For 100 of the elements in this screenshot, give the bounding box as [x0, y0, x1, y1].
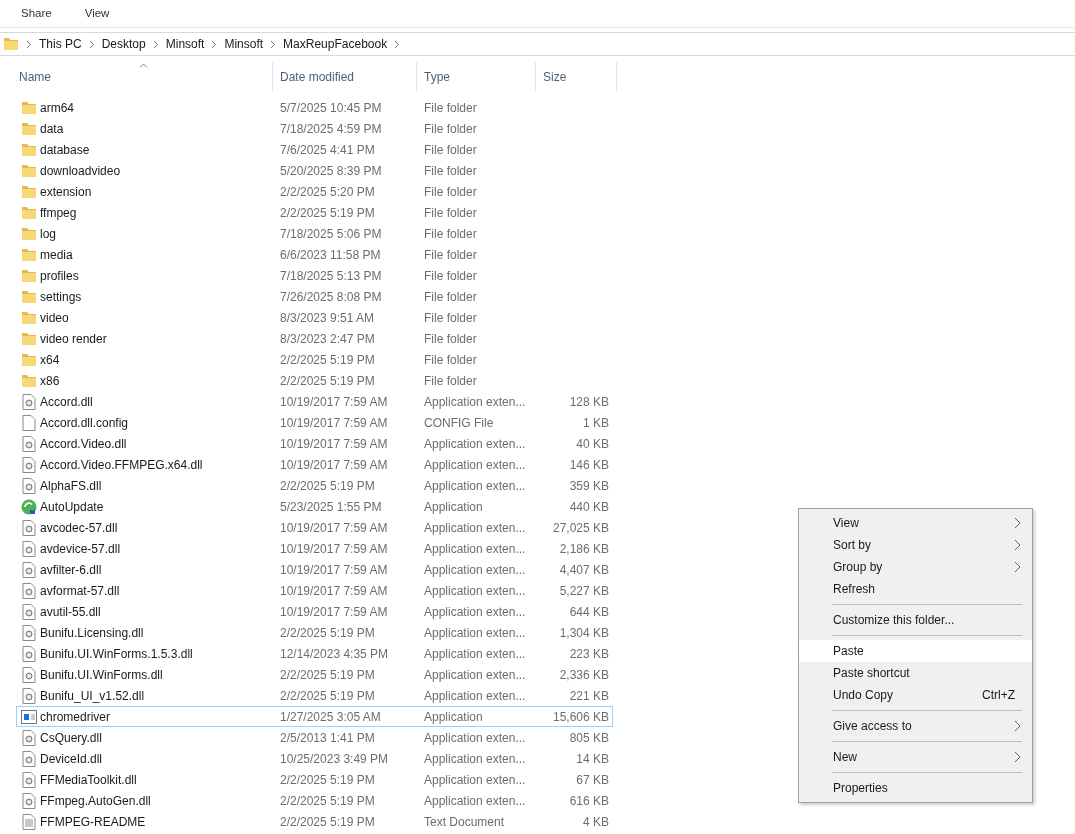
- date-modified: 10/19/2017 7:59 AM: [280, 414, 389, 432]
- folder-icon: [21, 226, 37, 241]
- breadcrumb[interactable]: Desktop: [101, 35, 146, 53]
- menu-item[interactable]: View: [799, 512, 1032, 534]
- file-row[interactable]: x64 2/2/2025 5:19 PM File folder: [16, 349, 613, 370]
- file-row[interactable]: profiles 7/18/2025 5:13 PM File folder: [16, 265, 613, 286]
- file-name: video render: [40, 330, 108, 348]
- file-row[interactable]: Bunifu.Licensing.dll 2/2/2025 5:19 PM Application exten... 1,304 KB: [16, 622, 613, 643]
- file-row[interactable]: Bunifu_UI_v1.52.dll 2/2/2025 5:19 PM Application exten... 221 KB: [16, 685, 613, 706]
- file-row[interactable]: log 7/18/2025 5:06 PM File folder: [16, 223, 613, 244]
- breadcrumb[interactable]: Minsoft: [224, 35, 264, 53]
- file-name: database: [40, 141, 91, 159]
- file-type: File folder: [424, 120, 478, 138]
- file-row[interactable]: extension 2/2/2025 5:20 PM File folder: [16, 181, 613, 202]
- breadcrumb[interactable]: Minsoft: [165, 35, 205, 53]
- column-header[interactable]: Date modified: [273, 62, 417, 92]
- gear-file-icon: [22, 687, 36, 704]
- menu-item[interactable]: Undo Copy Ctrl+Z: [799, 684, 1032, 706]
- file-row[interactable]: DeviceId.dll 10/25/2023 3:49 PM Application exten... 14 KB: [16, 748, 613, 769]
- file-row[interactable]: settings 7/26/2025 8:08 PM File folder: [16, 286, 613, 307]
- folder-icon: [21, 331, 37, 346]
- file-row[interactable]: media 6/6/2023 11:58 PM File folder: [16, 244, 613, 265]
- menu-item[interactable]: Group by: [799, 556, 1032, 578]
- address-bar[interactable]: This PC Desktop Minsoft Minsoft MaxReupFacebook: [0, 32, 1075, 56]
- menu-item[interactable]: Paste shortcut: [799, 662, 1032, 684]
- file-row[interactable]: avcodec-57.dll 10/19/2017 7:59 AM Application exten... 27,025 KB: [16, 517, 613, 538]
- date-modified: 8/3/2023 9:51 AM: [280, 309, 376, 327]
- file-name: FFMPEG-README: [40, 813, 147, 831]
- file-row[interactable]: Accord.Video.FFMPEG.x64.dll 10/19/2017 7:59 AM Application exten... 146 KB: [16, 454, 613, 475]
- date-modified: 6/6/2023 11:58 PM: [280, 246, 382, 264]
- file-name: x64: [40, 351, 61, 369]
- file-row[interactable]: video render 8/3/2023 2:47 PM File folder: [16, 328, 613, 349]
- menu-item[interactable]: Refresh: [799, 578, 1032, 600]
- file-name: downloadvideo: [40, 162, 122, 180]
- column-header[interactable]: Name: [0, 62, 273, 92]
- file-row[interactable]: arm64 5/7/2025 10:45 PM File folder: [16, 97, 613, 118]
- date-modified: 5/7/2025 10:45 PM: [280, 99, 383, 117]
- menu-item[interactable]: Customize this folder...: [799, 609, 1032, 631]
- file-name: Accord.dll.config: [40, 414, 130, 432]
- file-row[interactable]: chromedriver 1/27/2025 3:05 AM Application 15,606 KB: [16, 706, 613, 727]
- date-modified: 2/2/2025 5:19 PM: [280, 351, 376, 369]
- gear-file-icon: [22, 771, 36, 788]
- file-type: File folder: [424, 330, 478, 348]
- column-header[interactable]: Type: [417, 62, 536, 92]
- file-size: 14 KB: [575, 750, 609, 768]
- file-type: Application exten...: [424, 750, 527, 768]
- folder-icon: [21, 373, 37, 388]
- file-row[interactable]: data 7/18/2025 4:59 PM File folder: [16, 118, 613, 139]
- file-name: FFmpeg.AutoGen.dll: [40, 792, 152, 810]
- breadcrumb[interactable]: MaxReupFacebook: [283, 35, 388, 53]
- file-row[interactable]: avdevice-57.dll 10/19/2017 7:59 AM Application exten... 2,186 KB: [16, 538, 613, 559]
- file-row[interactable]: Bunifu.UI.WinForms.1.5.3.dll 12/14/2023 4:35 PM Application exten... 223 KB: [16, 643, 613, 664]
- file-type: Application: [424, 498, 484, 516]
- chevron-right-icon: [1014, 720, 1021, 732]
- file-name: x86: [40, 372, 61, 390]
- file-name: profiles: [40, 267, 80, 285]
- file-size: 5,227 KB: [558, 582, 609, 600]
- ribbon-tab[interactable]: View: [84, 4, 110, 23]
- file-row[interactable]: avfilter-6.dll 10/19/2017 7:59 AM Application exten... 4,407 KB: [16, 559, 613, 580]
- file-row[interactable]: Accord.Video.dll 10/19/2017 7:59 AM Application exten... 40 KB: [16, 433, 613, 454]
- menu-item[interactable]: New: [799, 746, 1032, 768]
- chevron-right-icon: [1014, 517, 1021, 529]
- file-row[interactable]: x86 2/2/2025 5:19 PM File folder: [16, 370, 613, 391]
- file-type: Application exten...: [424, 561, 527, 579]
- breadcrumb[interactable]: This PC: [39, 35, 82, 53]
- date-modified: 12/14/2023 4:35 PM: [280, 645, 390, 663]
- column-header[interactable]: Size: [536, 62, 617, 92]
- date-modified: 2/2/2025 5:19 PM: [280, 477, 376, 495]
- file-row[interactable]: ffmpeg 2/2/2025 5:19 PM File folder: [16, 202, 613, 223]
- menu-item[interactable]: Paste: [799, 640, 1032, 662]
- menu-item[interactable]: Properties: [799, 777, 1032, 799]
- file-row[interactable]: FFMediaToolkit.dll 2/2/2025 5:19 PM Application exten... 67 KB: [16, 769, 613, 790]
- file-row[interactable]: downloadvideo 5/20/2025 8:39 PM File folder: [16, 160, 613, 181]
- file-type: Application exten...: [424, 477, 527, 495]
- file-row[interactable]: Accord.dll 10/19/2017 7:59 AM Application exten... 128 KB: [16, 391, 613, 412]
- date-modified: 7/18/2025 4:59 PM: [280, 120, 383, 138]
- file-row[interactable]: video 8/3/2023 9:51 AM File folder: [16, 307, 613, 328]
- file-row[interactable]: AlphaFS.dll 2/2/2025 5:19 PM Application exten... 359 KB: [16, 475, 613, 496]
- file-row[interactable]: AutoUpdate 5/23/2025 1:55 PM Application 440 KB: [16, 496, 613, 517]
- date-modified: 2/2/2025 5:19 PM: [280, 771, 376, 789]
- file-name: log: [40, 225, 57, 243]
- file-row[interactable]: CsQuery.dll 2/5/2013 1:41 PM Application exten... 805 KB: [16, 727, 613, 748]
- gear-file-icon: [22, 582, 36, 599]
- file-row[interactable]: avformat-57.dll 10/19/2017 7:59 AM Application exten... 5,227 KB: [16, 580, 613, 601]
- sort-ascending-icon: [139, 63, 148, 68]
- file-row[interactable]: Accord.dll.config 10/19/2017 7:59 AM CONFIG File 1 KB: [16, 412, 613, 433]
- chevron-right-icon: [1014, 539, 1021, 551]
- ribbon-tab[interactable]: Share: [21, 4, 52, 23]
- date-modified: 5/20/2025 8:39 PM: [280, 162, 383, 180]
- menu-item[interactable]: Sort by: [799, 534, 1032, 556]
- date-modified: 2/2/2025 5:20 PM: [280, 183, 376, 201]
- file-row[interactable]: avutil-55.dll 10/19/2017 7:59 AM Application exten... 644 KB: [16, 601, 613, 622]
- file-row[interactable]: database 7/6/2025 4:41 PM File folder: [16, 139, 613, 160]
- menu-item[interactable]: Give access to: [799, 715, 1032, 737]
- file-row[interactable]: Bunifu.UI.WinForms.dll 2/2/2025 5:19 PM Application exten... 2,336 KB: [16, 664, 613, 685]
- date-modified: 5/23/2025 1:55 PM: [280, 498, 383, 516]
- folder-icon: [21, 121, 37, 136]
- file-row[interactable]: FFMPEG-README 2/2/2025 5:19 PM Text Document 4 KB: [16, 811, 613, 832]
- file-type: File folder: [424, 288, 478, 306]
- file-row[interactable]: FFmpeg.AutoGen.dll 2/2/2025 5:19 PM Application exten... 616 KB: [16, 790, 613, 811]
